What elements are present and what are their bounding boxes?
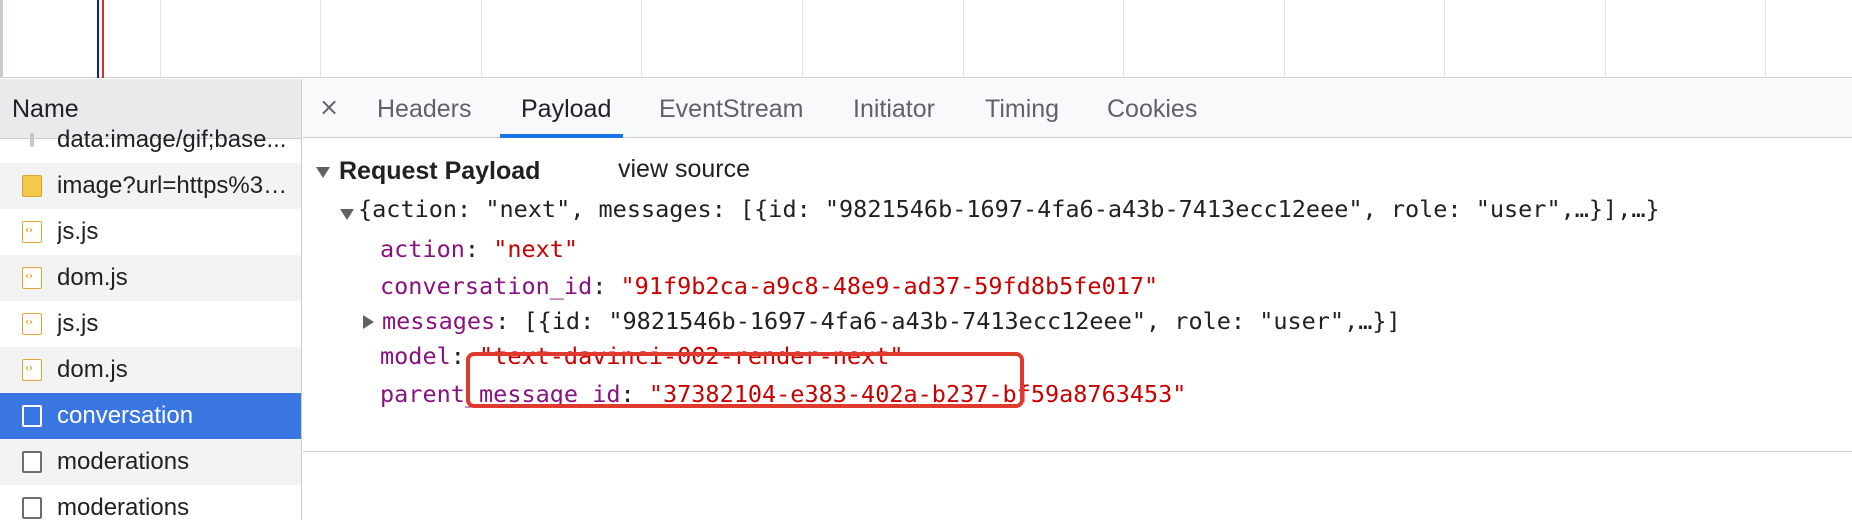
script-icon	[22, 359, 42, 381]
request-row[interactable]: moderations	[0, 485, 301, 520]
load-event-marker	[102, 0, 104, 78]
tab-initiator[interactable]: Initiator	[853, 95, 935, 124]
request-row[interactable]: js.js	[0, 301, 301, 347]
timeline-gridline	[802, 0, 803, 78]
script-icon	[22, 313, 42, 335]
request-name: dom.js	[57, 264, 128, 291]
timeline-gridline	[1765, 0, 1766, 78]
tab-cookies[interactable]: Cookies	[1107, 95, 1197, 124]
collapse-triangle-icon[interactable]	[316, 167, 330, 178]
gif-icon	[30, 133, 34, 147]
timeline-edge	[0, 0, 3, 78]
field-key: action	[380, 235, 465, 263]
script-icon	[22, 267, 42, 289]
field-key: messages	[382, 307, 496, 335]
field-key: model	[380, 342, 451, 370]
details-tab-bar: × Headers Payload EventStream Initiator …	[303, 79, 1852, 138]
timeline-gridline	[963, 0, 964, 78]
timeline-overview[interactable]	[0, 0, 1852, 78]
close-icon[interactable]: ×	[319, 93, 339, 121]
timeline-gridline	[1123, 0, 1124, 78]
payload-field-conversation-id: conversation_id: "91f9b2ca-a9c8-48e9-ad3…	[380, 272, 1158, 300]
document-icon	[22, 405, 42, 427]
payload-field-action: action: "next"	[380, 235, 578, 263]
active-tab-indicator	[500, 134, 623, 138]
timeline-gridline	[160, 0, 161, 78]
field-separator: :	[495, 307, 524, 335]
request-name: moderations	[57, 448, 190, 475]
field-key: conversation_id	[380, 272, 593, 300]
request-row[interactable]: js.js	[0, 209, 301, 255]
request-name: image?url=https%3A...	[57, 172, 297, 199]
view-source-link[interactable]: view source	[618, 155, 750, 184]
timeline-gridline	[481, 0, 482, 78]
request-name: moderations	[57, 494, 190, 520]
dom-content-loaded-marker	[97, 0, 99, 78]
tab-timing[interactable]: Timing	[985, 95, 1059, 124]
request-name: conversation	[57, 402, 194, 429]
request-row-selected[interactable]: conversation	[0, 393, 301, 439]
tab-headers[interactable]: Headers	[377, 95, 472, 124]
tab-eventstream[interactable]: EventStream	[659, 95, 804, 124]
timeline-gridline	[1605, 0, 1606, 78]
request-details-pane: × Headers Payload EventStream Initiator …	[303, 79, 1852, 520]
request-name: js.js	[57, 310, 99, 337]
script-icon	[22, 221, 42, 243]
timeline-gridline	[1284, 0, 1285, 78]
collapse-triangle-icon[interactable]	[340, 209, 354, 220]
tab-payload[interactable]: Payload	[521, 95, 611, 124]
timeline-gridline	[1444, 0, 1445, 78]
request-name: dom.js	[57, 356, 128, 383]
request-row[interactable]: moderations	[0, 439, 301, 485]
document-icon	[22, 451, 42, 473]
timeline-gridline	[641, 0, 642, 78]
request-name: js.js	[57, 218, 99, 245]
document-icon	[22, 497, 42, 519]
request-row[interactable]: data:image/gif;base...	[0, 117, 301, 163]
annotation-highlight-box	[466, 352, 1024, 408]
field-value: [{id: "9821546b-1697-4fa6-a43b-7413ecc12…	[523, 307, 1401, 335]
image-icon	[22, 175, 42, 197]
payload-summary[interactable]: {action: "next", messages: [{id: "982154…	[358, 195, 1660, 223]
field-separator: :	[464, 235, 494, 263]
timeline-gridline	[320, 0, 321, 78]
payload-field-messages[interactable]: messages: [{id: "9821546b-1697-4fa6-a43b…	[382, 307, 1401, 335]
request-row[interactable]: dom.js	[0, 347, 301, 393]
request-name: data:image/gif;base...	[57, 126, 287, 153]
field-separator: :	[592, 272, 621, 300]
field-value: "next"	[493, 235, 579, 263]
request-row[interactable]: image?url=https%3A...	[0, 163, 301, 209]
expand-triangle-icon[interactable]	[363, 315, 374, 329]
request-row[interactable]: dom.js	[0, 255, 301, 301]
request-list: Name data:image/gif;base... image?url=ht…	[0, 79, 302, 520]
section-title[interactable]: Request Payload	[339, 157, 540, 186]
field-value: "91f9b2ca-a9c8-48e9-ad37-59fd8b5fe017"	[620, 272, 1159, 300]
